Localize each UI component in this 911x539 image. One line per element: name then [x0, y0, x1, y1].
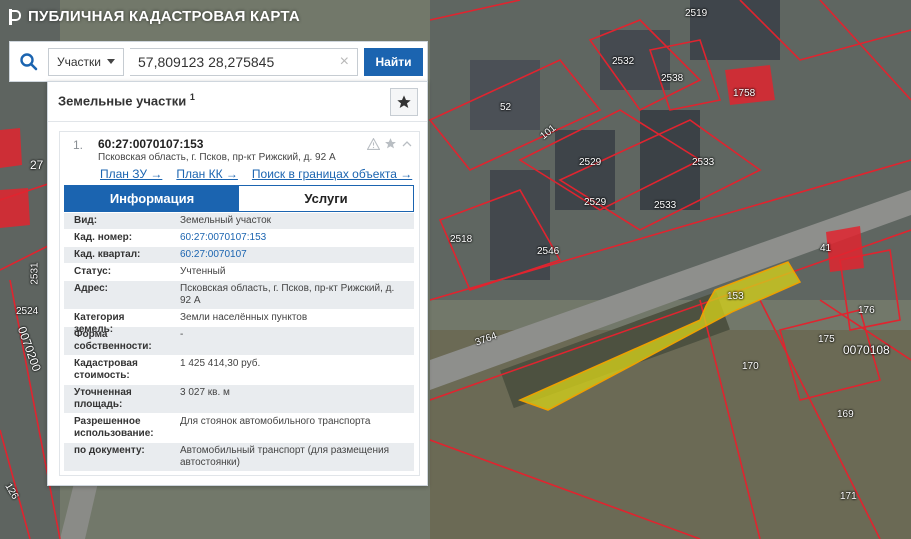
info-key: Статус: — [74, 266, 112, 277]
info-row: Кад. квартал: 60:27:0070107 — [64, 247, 414, 264]
parcel-label: 2533 — [692, 157, 715, 168]
info-value: Псковская область, г. Псков, пр-кт Рижск… — [180, 283, 395, 306]
parcel-label-selected: 153 — [727, 291, 744, 302]
info-row: Кад. номер: 60:27:0070107:153 — [64, 230, 414, 247]
chevron-down-icon — [107, 59, 115, 64]
search-query: 57,809123 28,275845 — [138, 53, 275, 70]
info-row: Уточненная площадь: 3 027 кв. м — [64, 385, 414, 414]
results-count: 1 — [189, 92, 195, 102]
info-value: 3 027 кв. м — [180, 387, 230, 398]
search-in-bounds-link[interactable]: Поиск в границах объекта → — [252, 167, 412, 181]
parcel-label: 171 — [840, 491, 857, 502]
panel-title-text: Земельные участки — [58, 93, 187, 109]
info-row: Вид: Земельный участок — [64, 213, 414, 230]
info-value: Земли населённых пунктов — [180, 312, 308, 323]
parcel-label: 52 — [500, 102, 512, 113]
info-row: Форма собственности: - — [64, 327, 414, 356]
info-table: Вид: Земельный участок Кад. номер: 60:27… — [64, 213, 414, 472]
quarter-label: 0070108 — [843, 343, 890, 357]
info-key: Вид: — [74, 215, 98, 226]
parcel-label: 2532 — [612, 56, 635, 67]
result-address: Псковская область, г. Псков, пр-кт Рижск… — [98, 152, 336, 163]
search-icon[interactable] — [16, 49, 42, 75]
result-cad-number[interactable]: 60:27:0070107:153 — [98, 137, 203, 151]
building-2533 — [640, 110, 700, 210]
parcel-label: 2518 — [450, 234, 473, 245]
pkk-logo-icon — [8, 8, 21, 25]
results-panel: Земельные участки 1 1. 60:27:0070107:153… — [47, 81, 428, 486]
search-bar: Участки 57,809123 28,275845 × Найти — [9, 41, 428, 82]
building-52 — [470, 60, 540, 130]
info-row: Кадастровая стоимость: 1 425 414,30 руб. — [64, 356, 414, 385]
app-title: ПУБЛИЧНАЯ КАДАСТРОВАЯ КАРТА — [28, 8, 300, 25]
plan-kk-link[interactable]: План КК → — [176, 167, 238, 181]
parcel-label: 2538 — [661, 73, 684, 84]
panel-title: Земельные участки 1 — [58, 92, 195, 108]
parcel-label: 176 — [858, 305, 875, 316]
info-key: Кад. номер: — [74, 232, 133, 243]
info-key: Уточненная площадь: — [74, 387, 132, 410]
clear-icon[interactable]: × — [340, 53, 349, 70]
parcel-label: 2529 — [579, 157, 602, 168]
info-key: по документу: — [74, 445, 145, 456]
parcel-label: 2531 — [29, 262, 41, 285]
tab-info[interactable]: Информация — [65, 186, 239, 211]
tab-services[interactable]: Услуги — [239, 186, 413, 211]
result-tabs: Информация Услуги — [64, 185, 414, 212]
info-value: - — [180, 329, 184, 340]
card-tools — [367, 137, 413, 150]
info-row: Адрес: Псковская область, г. Псков, пр-к… — [64, 281, 414, 310]
info-key: Кадастровая стоимость: — [74, 358, 138, 381]
search-type-label: Участки — [57, 54, 101, 69]
parcel-label: 41 — [820, 243, 832, 254]
info-key: Кад. квартал: — [74, 249, 141, 260]
parcel-label: 2533 — [654, 200, 677, 211]
info-value-link[interactable]: 60:27:0070107 — [174, 247, 414, 263]
parcel-label: 2546 — [537, 246, 560, 257]
info-key: Разрешенное использование: — [74, 416, 154, 439]
star-icon — [397, 95, 411, 108]
parcel-label: 175 — [818, 334, 835, 345]
info-key: Категория земель: — [74, 312, 125, 335]
building-2546 — [490, 170, 550, 280]
card-links: План ЗУ → План КК → Поиск в границах объ… — [100, 167, 412, 181]
info-row: по документу: Автомобильный транспорт (д… — [64, 443, 414, 472]
parcel-label: 169 — [837, 409, 854, 420]
result-index: 1. — [73, 138, 84, 152]
info-row: Категория земель: Земли населённых пункт… — [64, 310, 414, 335]
star-icon[interactable] — [384, 137, 397, 150]
info-row: Разрешенное использование: Для стоянок а… — [64, 414, 414, 443]
info-key: Форма собственности: — [74, 329, 152, 352]
chevron-up-icon[interactable] — [401, 138, 413, 150]
info-value: Автомобильный транспорт (для размещения … — [180, 445, 389, 468]
plan-zu-link[interactable]: План ЗУ → — [100, 167, 162, 181]
search-button[interactable]: Найти — [364, 47, 423, 76]
info-value: Учтенный — [180, 266, 226, 277]
parcel-label: 2529 — [584, 197, 607, 208]
favorites-button[interactable] — [390, 88, 418, 116]
app-header: ПУБЛИЧНАЯ КАДАСТРОВАЯ КАРТА — [8, 8, 300, 25]
panel-header: Земельные участки 1 — [48, 82, 427, 122]
warning-icon[interactable] — [367, 137, 380, 150]
info-value: Для стоянок автомобильного транспорта — [180, 416, 371, 427]
result-card: 1. 60:27:0070107:153 Псковская область, … — [59, 131, 420, 476]
parcel-label: 170 — [742, 361, 759, 372]
info-value: Земельный участок — [180, 215, 272, 226]
info-value-link[interactable]: 60:27:0070107:153 — [174, 230, 414, 246]
info-key: Адрес: — [74, 283, 108, 294]
parcel-label: 27 — [30, 158, 44, 172]
search-input[interactable]: 57,809123 28,275845 × — [130, 47, 358, 76]
info-row: Статус: Учтенный — [64, 264, 414, 281]
parcel-label: 2519 — [685, 8, 708, 19]
parcel-label: 1758 — [733, 88, 756, 99]
info-value: 1 425 414,30 руб. — [180, 358, 261, 369]
search-type-select[interactable]: Участки — [48, 47, 124, 76]
parcel-label: 2524 — [16, 306, 39, 317]
